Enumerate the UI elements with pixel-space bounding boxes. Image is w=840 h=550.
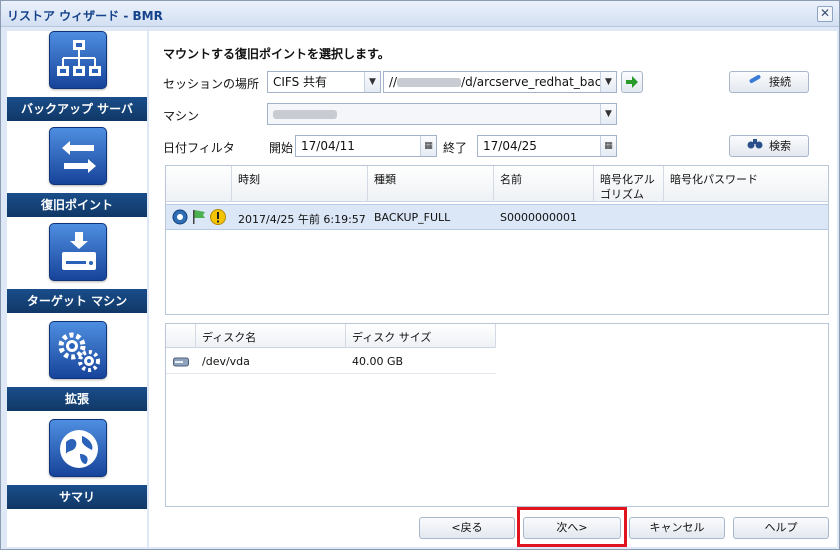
disk-table-header: ディスク名 ディスク サイズ bbox=[166, 324, 496, 348]
backup-status-icon bbox=[172, 209, 188, 228]
cell-disk-size: 40.00 GB bbox=[352, 355, 404, 368]
step-target-machine[interactable]: ターゲット マシン bbox=[7, 223, 147, 321]
flag-icon bbox=[192, 209, 206, 228]
help-button[interactable]: ヘルプ bbox=[733, 517, 829, 539]
end-date-value: 17/04/25 bbox=[483, 139, 537, 153]
column-header-encryption-algorithm[interactable]: 暗号化アル ゴリズム bbox=[594, 166, 664, 202]
chevron-down-icon[interactable]: ▼ bbox=[600, 72, 616, 92]
end-label: 終了 bbox=[443, 141, 468, 155]
step-label: サマリ bbox=[7, 485, 147, 509]
step-label: ターゲット マシン bbox=[7, 289, 147, 313]
table-header: 時刻 種類 名前 暗号化アルゴリズム 暗号化パスワード bbox=[166, 166, 828, 202]
start-date-value: 17/04/11 bbox=[301, 139, 355, 153]
title-bar: リストア ウィザード - BMR ✕ bbox=[1, 1, 839, 27]
end-date-input[interactable]: 17/04/25 ▦ bbox=[477, 135, 617, 157]
step-advanced[interactable]: 拡張 bbox=[7, 321, 147, 419]
column-header-name[interactable]: 名前 bbox=[494, 166, 594, 202]
table-row[interactable]: /dev/vda 40.00 GB bbox=[166, 350, 496, 374]
chevron-down-icon[interactable]: ▼ bbox=[600, 104, 616, 124]
step-backup-server[interactable]: バックアップ サーバ bbox=[7, 31, 147, 129]
window-title: リストア ウィザード - BMR bbox=[7, 9, 163, 23]
column-header-disk-name[interactable]: ディスク名 bbox=[196, 324, 346, 348]
start-date-input[interactable]: 17/04/11 ▦ bbox=[295, 135, 437, 157]
column-header-icons bbox=[166, 166, 232, 202]
chevron-down-icon[interactable]: ▼ bbox=[364, 72, 380, 92]
wizard-steps-sidebar: バックアップ サーバ 復旧ポイント ターゲット マシン 拡張 サマリ bbox=[7, 31, 147, 547]
path-prefix: // bbox=[389, 75, 398, 89]
close-icon[interactable]: ✕ bbox=[817, 6, 833, 22]
cell-name: S0000000001 bbox=[500, 211, 577, 224]
search-button[interactable]: 検索 bbox=[729, 135, 809, 157]
column-header-encryption-password[interactable]: 暗号化パスワード bbox=[664, 166, 828, 202]
header-line: 暗号化アル bbox=[600, 173, 655, 186]
column-header-time[interactable]: 時刻 bbox=[232, 166, 368, 202]
step-label: バックアップ サーバ bbox=[7, 97, 147, 121]
redacted-host bbox=[397, 78, 462, 87]
session-type-value: CIFS 共有 bbox=[273, 75, 328, 89]
session-path-input[interactable]: // /d/arcserve_redhat_backı ▼ bbox=[383, 71, 617, 93]
plug-icon bbox=[747, 72, 763, 93]
machine-select[interactable]: ▼ bbox=[267, 103, 617, 125]
back-button[interactable]: <戻る bbox=[419, 517, 515, 539]
session-type-select[interactable]: CIFS 共有 ▼ bbox=[267, 71, 381, 93]
disk-table: ディスク名 ディスク サイズ /dev/vda 40.00 GB bbox=[165, 323, 829, 507]
globe-icon bbox=[49, 419, 107, 477]
disk-icon bbox=[173, 356, 189, 370]
table-row[interactable]: 2017/4/25 午前 6:19:57 BACKUP_FULL S000000… bbox=[166, 204, 828, 230]
arrows-icon bbox=[49, 127, 107, 185]
drive-download-icon bbox=[49, 223, 107, 281]
column-header-icon bbox=[166, 324, 196, 348]
path-suffix: /d/arcserve_redhat_backı bbox=[461, 75, 612, 89]
date-filter-label: 日付フィルタ bbox=[163, 141, 235, 155]
gears-icon bbox=[49, 321, 107, 379]
binoculars-icon bbox=[747, 136, 763, 157]
start-label: 開始 bbox=[269, 141, 294, 155]
step-label: 拡張 bbox=[7, 387, 147, 411]
column-header-type[interactable]: 種類 bbox=[368, 166, 494, 202]
machine-label: マシン bbox=[163, 109, 200, 123]
column-header-disk-size[interactable]: ディスク サイズ bbox=[346, 324, 496, 348]
go-button[interactable] bbox=[621, 71, 643, 93]
recovery-points-table: 時刻 種類 名前 暗号化アルゴリズム 暗号化パスワード 2017/4/25 午前… bbox=[165, 165, 829, 315]
connect-label: 接続 bbox=[769, 75, 791, 89]
step-summary[interactable]: サマリ bbox=[7, 419, 147, 517]
cell-type: BACKUP_FULL bbox=[374, 211, 451, 224]
page-heading: マウントする復旧ポイントを選択します。 bbox=[163, 47, 390, 61]
calendar-icon[interactable]: ▦ bbox=[420, 136, 436, 156]
header-line: ゴリズム bbox=[600, 188, 644, 201]
restore-wizard-window: リストア ウィザード - BMR ✕ バックアップ サーバ 復旧ポイント ターゲ… bbox=[0, 0, 840, 550]
search-label: 検索 bbox=[769, 139, 791, 153]
network-tree-icon bbox=[49, 31, 107, 89]
warning-icon bbox=[210, 209, 226, 228]
calendar-icon[interactable]: ▦ bbox=[600, 136, 616, 156]
cancel-button[interactable]: キャンセル bbox=[629, 517, 725, 539]
step-recovery-point[interactable]: 復旧ポイント bbox=[7, 127, 147, 225]
redacted-machine bbox=[273, 110, 337, 119]
session-location-label: セッションの場所 bbox=[163, 77, 260, 91]
highlight-box bbox=[517, 507, 627, 547]
cell-disk-name: /dev/vda bbox=[202, 355, 250, 368]
arrow-right-icon bbox=[626, 76, 638, 88]
cell-time: 2017/4/25 午前 6:19:57 bbox=[238, 213, 366, 226]
connect-button[interactable]: 接続 bbox=[729, 71, 809, 93]
wizard-content: マウントする復旧ポイントを選択します。 セッションの場所 CIFS 共有 ▼ /… bbox=[149, 31, 837, 547]
step-label: 復旧ポイント bbox=[7, 193, 147, 217]
